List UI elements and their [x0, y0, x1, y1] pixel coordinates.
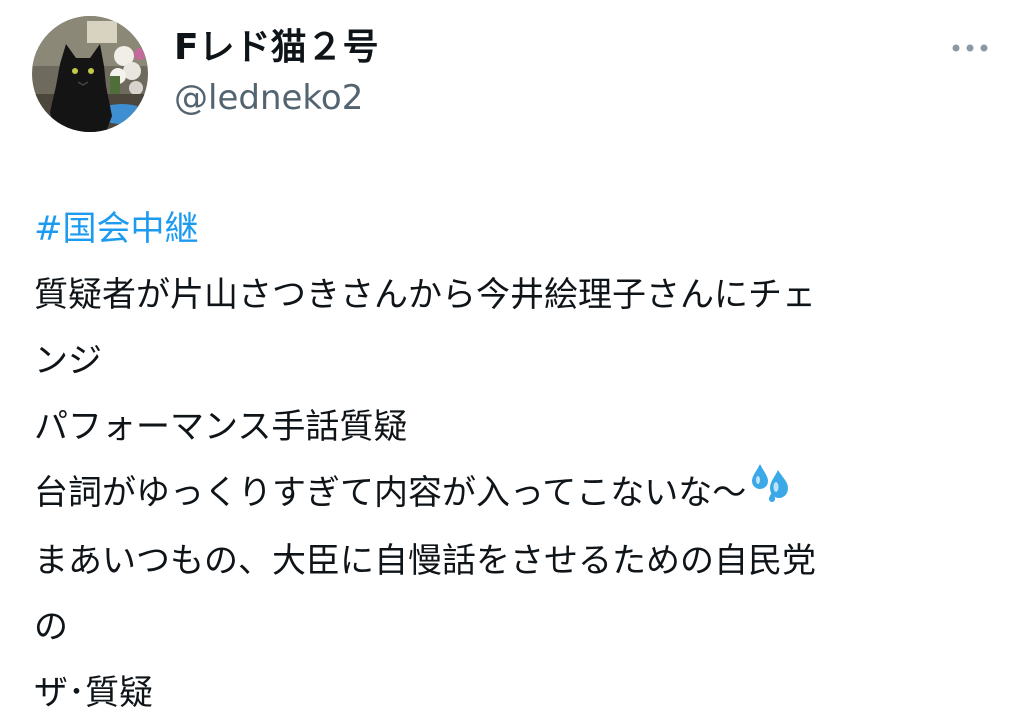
tweet-line: の: [34, 606, 68, 647]
tweet-line: まあいつもの、大臣に自慢話をさせるための自民党: [34, 540, 816, 581]
user-handle[interactable]: @ledneko2: [174, 76, 363, 120]
user-avatar[interactable]: [32, 16, 148, 132]
more-horizontal-icon: [952, 44, 988, 52]
hashtag-link[interactable]: #国会中継: [34, 196, 1004, 262]
tweet-line-with-emoji: 台詞がゆっくりすぎて内容が入ってこないな〜: [34, 460, 1004, 528]
user-display-name[interactable]: Fレド猫２号: [174, 24, 379, 72]
tweet-line: パフォーマンス手話質疑: [34, 407, 408, 447]
tweet-line: 質疑者が片山さつきさんから今井絵理子さんにチェ: [34, 275, 816, 315]
cat-avatar-icon: [32, 16, 148, 132]
sweat-droplets-icon: [750, 458, 792, 524]
tweet: Fレド猫２号 @ledneko2 #国会中継 質疑者が片山さつきさんから今井絵理…: [0, 0, 1024, 724]
more-options-button[interactable]: [940, 28, 1000, 68]
tweet-line: ンジ: [34, 341, 102, 381]
tweet-text: #国会中継 質疑者が片山さつきさんから今井絵理子さんにチェ ンジ パフォーマンス…: [34, 196, 1004, 726]
tweet-line: 台詞がゆっくりすぎて内容が入ってこないな〜: [34, 473, 747, 513]
tweet-line: ザ･質疑: [34, 672, 153, 713]
